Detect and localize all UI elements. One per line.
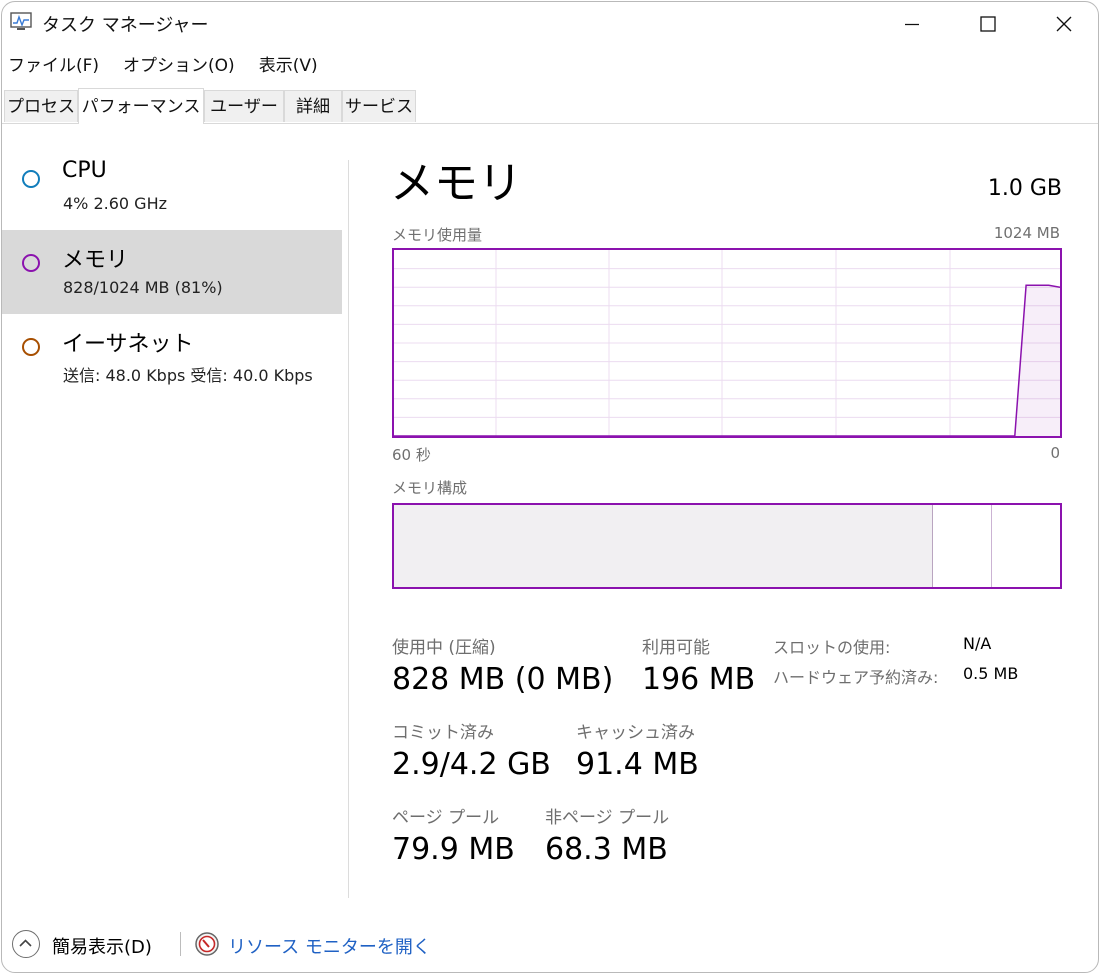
tab-bar: プロセス パフォーマンス ユーザー 詳細 サービス: [2, 88, 1098, 124]
sidebar-item-label: イーサネット: [62, 332, 194, 357]
slots-label: スロットの使用:: [773, 638, 891, 657]
task-manager-window: タスク マネージャー ファイル(F) オプション(O) 表示(V) プロセス パ…: [1, 1, 1099, 973]
minimize-icon: [905, 23, 919, 26]
cached-value: 91.4 MB: [576, 747, 699, 782]
maximize-button[interactable]: [958, 2, 1018, 46]
title-bar: タスク マネージャー: [2, 2, 1098, 46]
footer-bar: 簡易表示(D) リソース モニターを開く: [2, 920, 1098, 970]
menu-bar: ファイル(F) オプション(O) 表示(V): [2, 51, 324, 81]
menu-view[interactable]: 表示(V): [253, 51, 324, 81]
paged-pool-label: ページ プール: [392, 808, 500, 828]
close-button[interactable]: [1034, 2, 1094, 46]
sidebar-item-detail: 4% 2.60 GHz: [63, 194, 168, 213]
chevron-up-icon: [19, 939, 32, 947]
fewer-details-button[interactable]: [12, 930, 40, 958]
open-resource-monitor-link[interactable]: リソース モニターを開く: [228, 933, 431, 959]
minimize-button[interactable]: [882, 2, 942, 46]
tab-services[interactable]: サービス: [342, 90, 416, 122]
available-label: 利用可能: [642, 638, 710, 658]
committed-label: コミット済み: [392, 723, 494, 743]
reserved-value: 0.5 MB: [963, 664, 1019, 683]
composition-label: メモリ構成: [392, 479, 468, 497]
in-use-label: 使用中 (圧縮): [392, 638, 496, 658]
usage-graph-max: 1024 MB: [993, 224, 1060, 242]
usage-line: [394, 284, 1060, 436]
maximize-icon: [980, 16, 996, 32]
sidebar-item-detail: 送信: 48.0 Kbps 受信: 40.0 Kbps: [63, 366, 313, 385]
resource-monitor-icon[interactable]: [194, 931, 220, 957]
committed-value: 2.9/4.2 GB: [392, 747, 551, 782]
sidebar-item-cpu[interactable]: CPU 4% 2.60 GHz: [2, 146, 342, 230]
task-manager-icon: [10, 12, 32, 30]
window-title: タスク マネージャー: [42, 15, 209, 36]
sidebar-item-label: CPU: [62, 158, 107, 183]
tab-details[interactable]: 詳細: [284, 90, 342, 122]
memory-circle-icon: [22, 254, 40, 272]
pane-divider: [348, 160, 349, 898]
memory-total: 1.0 GB: [987, 176, 1062, 201]
sidebar-item-detail: 828/1024 MB (81%): [63, 278, 223, 297]
page-title: メモリ: [390, 158, 522, 209]
close-icon: [1056, 16, 1072, 32]
in-use-value: 828 MB (0 MB): [392, 662, 614, 697]
menu-options[interactable]: オプション(O): [117, 51, 241, 81]
available-value: 196 MB: [642, 662, 756, 697]
slots-value: N/A: [963, 634, 992, 653]
graph-axis-left: 60 秒: [392, 446, 431, 464]
cpu-circle-icon: [22, 170, 40, 188]
nonpaged-pool-label: 非ページ プール: [545, 808, 670, 828]
cached-label: キャッシュ済み: [576, 723, 695, 743]
ethernet-circle-icon: [22, 338, 40, 356]
tab-processes[interactable]: プロセス: [4, 90, 78, 122]
sidebar-item-label: メモリ: [62, 248, 129, 273]
tab-performance[interactable]: パフォーマンス: [78, 88, 204, 124]
sidebar-item-memory[interactable]: メモリ 828/1024 MB (81%): [2, 230, 342, 314]
memory-usage-graph: [392, 248, 1062, 438]
usage-area: [394, 285, 1060, 436]
paged-pool-value: 79.9 MB: [392, 832, 515, 867]
usage-graph-label: メモリ使用量: [392, 226, 483, 244]
sidebar-item-ethernet[interactable]: イーサネット 送信: 48.0 Kbps 受信: 40.0 Kbps: [2, 314, 342, 398]
tab-users[interactable]: ユーザー: [204, 90, 284, 122]
graph-axis-right: 0: [1050, 444, 1060, 462]
reserved-label: ハードウェア予約済み:: [773, 668, 939, 687]
composition-in-use: [394, 505, 933, 587]
fewer-details-label[interactable]: 簡易表示(D): [52, 933, 152, 959]
performance-sidebar: CPU 4% 2.60 GHz メモリ 828/1024 MB (81%) イー…: [2, 124, 347, 904]
memory-composition-bar: [392, 503, 1062, 589]
nonpaged-pool-value: 68.3 MB: [545, 832, 668, 867]
composition-modified: [933, 505, 992, 587]
footer-divider: [180, 932, 181, 956]
menu-file[interactable]: ファイル(F): [2, 51, 105, 81]
